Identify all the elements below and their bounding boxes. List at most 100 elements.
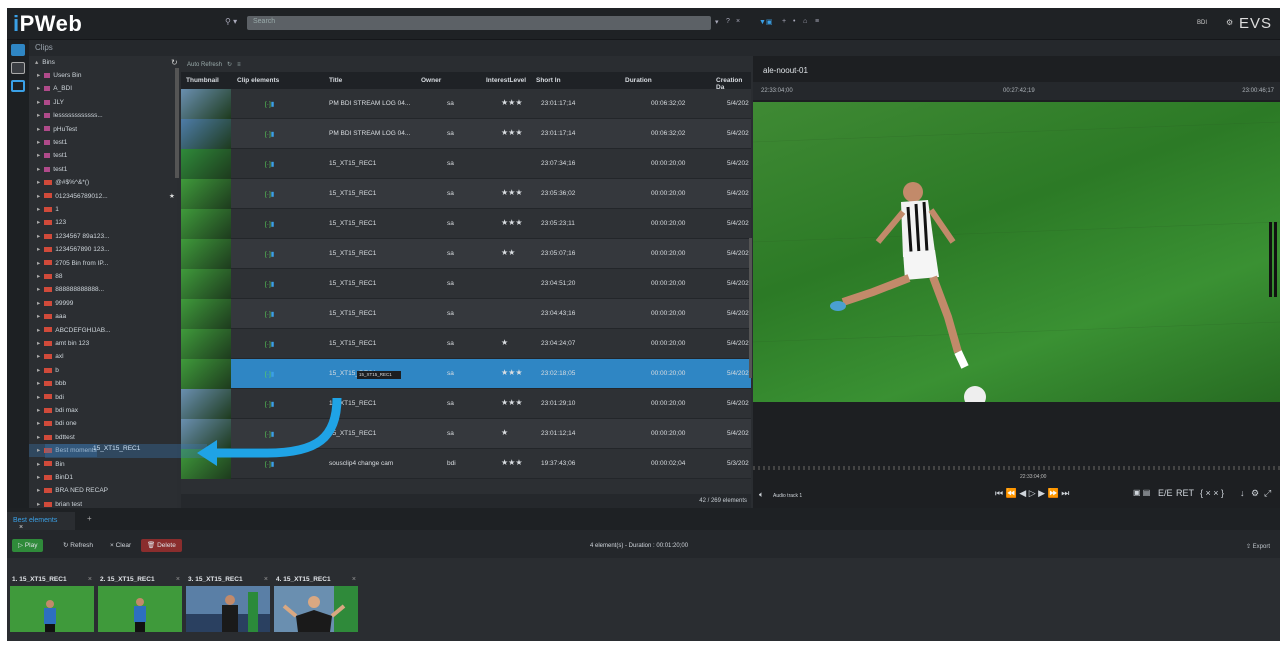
chevron-right-icon[interactable]: ▸ (37, 206, 40, 213)
table-row[interactable]: [·]▮ 15_XT15_REC1 sa ★★ 23:05:07;16 00:00:20;… (181, 239, 751, 269)
table-row[interactable]: [·]▮ 15_XT15_REC1 sa ★★★ 23:02:18;05 00:00:20… (181, 359, 751, 389)
chevron-right-icon[interactable]: ▸ (37, 126, 40, 133)
timeline-ruler[interactable] (753, 466, 1280, 470)
tree-item[interactable]: ▸ 1234567 89a123... (29, 230, 109, 243)
table-row[interactable]: [·]▮ PM BDI STREAM LOG 04... sa ★★★ 23:01:17… (181, 119, 751, 149)
chevron-right-icon[interactable]: ▸ (37, 219, 40, 226)
filter-icon[interactable]: ▼▣ (759, 18, 773, 26)
chevron-right-icon[interactable]: ▸ (37, 233, 40, 240)
tree-item[interactable]: ▸ aaa (29, 310, 66, 323)
clip-elements-icon[interactable]: [·]▮ (265, 160, 274, 168)
folder-nav-icon[interactable] (11, 80, 25, 92)
video-frame[interactable] (752, 102, 1280, 408)
fullscreen-icon[interactable]: ⤢ (1264, 488, 1271, 499)
chevron-right-icon[interactable]: ▸ (37, 139, 40, 146)
chevron-right-icon[interactable]: ▸ (37, 367, 40, 374)
chevron-right-icon[interactable]: ▸ (37, 85, 40, 92)
clip-elements-icon[interactable]: [·]▮ (265, 100, 274, 108)
column-header[interactable]: Short In (536, 77, 561, 84)
snapshot-icon[interactable]: ▣ ▤ (1133, 488, 1150, 497)
tree-item[interactable]: ▸ pHuTest (29, 123, 77, 136)
column-header[interactable]: Thumbnail (186, 77, 219, 84)
tree-item[interactable]: ▸ lessssssssssss... (29, 109, 103, 122)
grid-scrollbar[interactable] (749, 238, 752, 378)
close-icon[interactable]: × (88, 576, 92, 583)
chevron-right-icon[interactable]: ▸ (37, 327, 40, 334)
tree-item[interactable]: ▸ JLY (29, 96, 64, 109)
chevron-right-icon[interactable]: ▸ (37, 394, 40, 401)
search-input[interactable]: Search (247, 16, 711, 30)
tree-item[interactable]: ▸ 888888888888... (29, 283, 104, 296)
column-header[interactable]: Owner (421, 77, 441, 84)
tree-item[interactable]: ▸ bdi max (29, 404, 78, 417)
tree-item[interactable]: ▸ amt bin 123 (29, 337, 89, 350)
chevron-down-icon[interactable]: ▾ (715, 18, 719, 26)
clip-elements-icon[interactable]: [·]▮ (265, 340, 274, 348)
dot-icon[interactable]: • (793, 18, 795, 25)
settings-icon[interactable]: ⚙ (1251, 488, 1259, 499)
clip-elements-icon[interactable]: [·]▮ (265, 220, 274, 228)
clip-elements-icon[interactable]: [·]▮ (265, 310, 274, 318)
close-icon[interactable]: × (176, 576, 180, 583)
chevron-right-icon[interactable]: ▸ (37, 273, 40, 280)
tree-item[interactable]: ▸ BRA NED RECAP (29, 484, 108, 497)
tree-item[interactable]: ▸ test1 (29, 163, 67, 176)
tree-item[interactable]: ▸ bdttest (29, 431, 75, 444)
clip-thumbnail[interactable] (181, 119, 231, 149)
tree-item[interactable]: ▸ test1 (29, 149, 67, 162)
chevron-right-icon[interactable]: ▸ (37, 434, 40, 441)
favorite-icon[interactable]: ★ (169, 190, 175, 203)
tree-item[interactable]: ▸ bdi one (29, 417, 77, 430)
close-icon[interactable]: × (264, 576, 268, 583)
close-icon[interactable]: × (736, 18, 740, 25)
column-header[interactable]: Duration (625, 77, 652, 84)
clear-button[interactable]: × Clear (104, 539, 137, 552)
tree-item[interactable]: ▸ ABCDEFGHIJAB... (29, 324, 111, 337)
tree-item[interactable]: ▸ axl (29, 350, 64, 363)
chevron-right-icon[interactable]: ▸ (37, 99, 40, 106)
element-card[interactable]: 1. 15_XT15_REC1 × (10, 573, 94, 636)
chevron-right-icon[interactable]: ▸ (37, 474, 40, 481)
clip-elements-icon[interactable]: [·]▮ (265, 280, 274, 288)
element-card[interactable]: 3. 15_XT15_REC1 × (186, 573, 270, 636)
auto-refresh-toggle[interactable]: Auto Refresh (187, 62, 222, 68)
tree-item[interactable]: ▸ 123 (29, 216, 66, 229)
settings-icon[interactable]: ⚙ (1226, 18, 1233, 27)
chevron-right-icon[interactable]: ▸ (37, 487, 40, 494)
chevron-right-icon[interactable]: ▸ (37, 461, 40, 468)
tree-item[interactable]: ▸ 1 (29, 203, 59, 216)
chevron-right-icon[interactable]: ▸ (37, 407, 40, 414)
plus-icon[interactable]: + (782, 18, 786, 25)
tree-item[interactable]: ▸ brian test (29, 498, 82, 508)
refresh-button[interactable]: ↻ Refresh (57, 539, 99, 552)
export-button[interactable]: ⇪ Export (1246, 543, 1270, 550)
clip-thumbnail[interactable] (181, 179, 231, 209)
tree-item[interactable]: ▸ Bin (29, 458, 65, 471)
question-icon[interactable]: ? (726, 18, 730, 25)
chevron-right-icon[interactable]: ▸ (37, 179, 40, 186)
element-card[interactable]: 2. 15_XT15_REC1 × (98, 573, 182, 636)
chevron-right-icon[interactable]: ▸ (37, 286, 40, 293)
clip-elements-icon[interactable]: [·]▮ (265, 250, 274, 258)
play-button[interactable]: ▷ Play (12, 539, 44, 552)
clip-thumbnail[interactable] (181, 299, 231, 329)
delete-button[interactable]: 🗑︎ Delete (141, 539, 182, 552)
chevron-right-icon[interactable]: ▸ (37, 152, 40, 159)
chevron-right-icon[interactable]: ▸ (37, 380, 40, 387)
tree-item[interactable]: ▸ 88 (29, 270, 63, 283)
chevron-right-icon[interactable]: ▸ (37, 313, 40, 320)
download-icon[interactable]: ↓ (1240, 488, 1245, 498)
tree-root[interactable]: ▴ Bins (29, 56, 55, 69)
chevron-right-icon[interactable]: ▸ (37, 300, 40, 307)
tree-item[interactable]: ▸ b (29, 364, 59, 377)
chevron-right-icon[interactable]: ▸ (37, 501, 40, 508)
clip-thumbnail[interactable] (181, 359, 231, 389)
home-icon[interactable]: ⌂ (803, 18, 807, 25)
tree-scrollbar[interactable] (175, 68, 179, 178)
tree-item[interactable]: ▸ 2705 Bin from IP... (29, 257, 108, 270)
grid-menu-icon[interactable]: ≡ (234, 62, 241, 68)
clip-thumbnail[interactable] (181, 149, 231, 179)
tree-item[interactable]: ▸ Users Bin (29, 69, 81, 82)
table-row[interactable]: [·]▮ 15_XT15_REC1 sa ★★★ 23:05:36;02 00:00:20… (181, 179, 751, 209)
table-row[interactable]: [·]▮ 15_XT15_REC1 sa 23:07:34;16 00:00:20;00… (181, 149, 751, 179)
